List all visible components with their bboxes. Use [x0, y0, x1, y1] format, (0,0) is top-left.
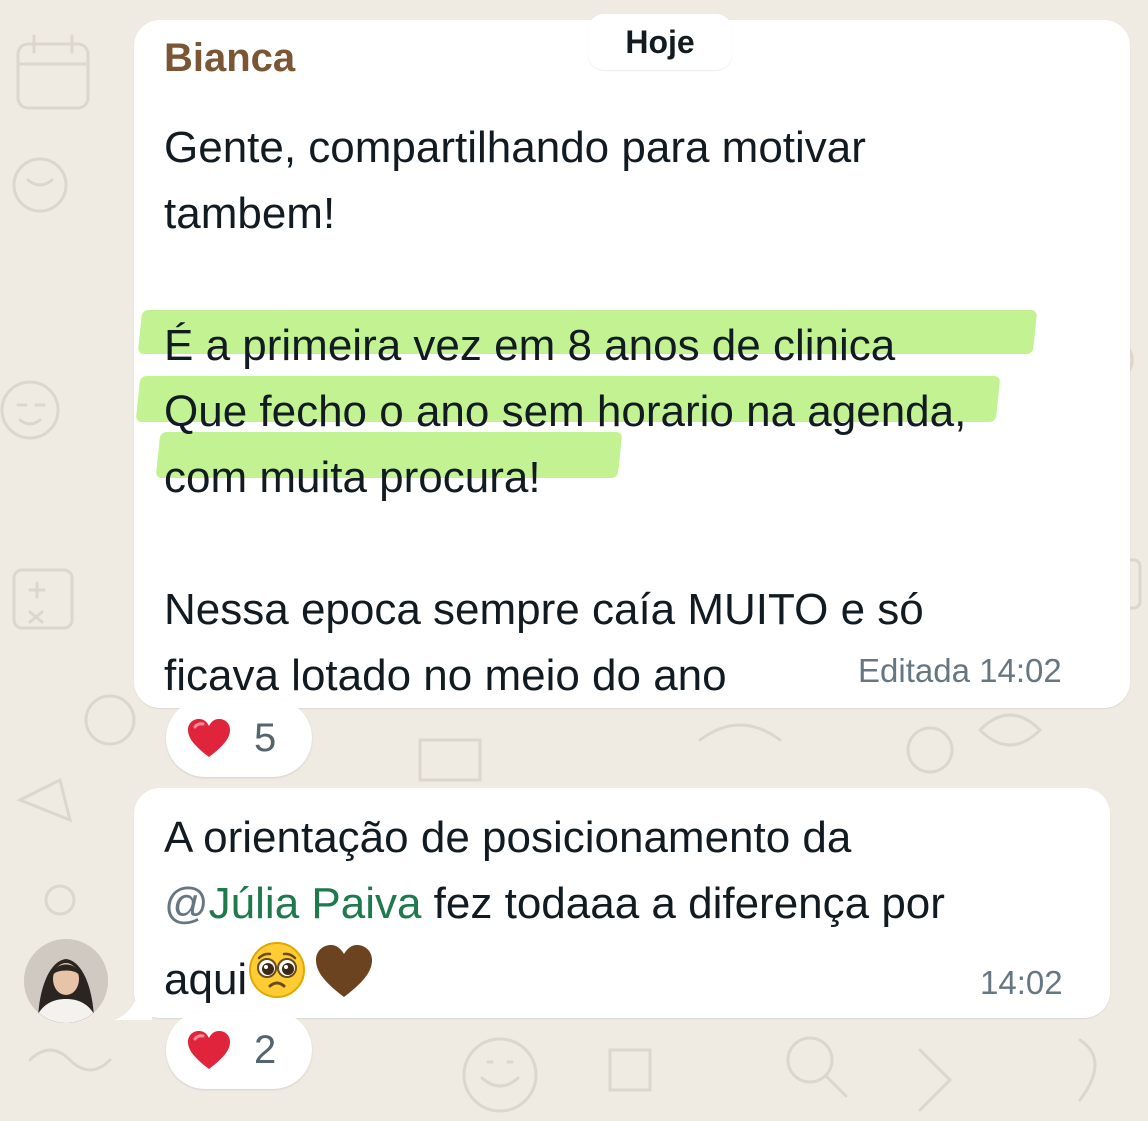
- edited-label: Editada: [858, 652, 970, 689]
- red-heart-icon: [188, 719, 230, 757]
- message-text-line: com muita procura!: [164, 453, 541, 502]
- brown-heart-icon: [316, 945, 373, 997]
- red-heart-icon: [188, 1031, 230, 1069]
- message-text-line: Que fecho o ano sem horario na agenda,: [164, 387, 967, 436]
- message-text-line: ficava lotado no meio do ano: [164, 651, 727, 700]
- date-separator: Hoje: [588, 14, 732, 70]
- message-text-line: aqui: [164, 940, 375, 1002]
- message-text-segment: fez todaaa a diferença por: [421, 879, 945, 928]
- message-meta: Editada 14:02: [858, 652, 1062, 690]
- message-text-line: Gente, compartilhando para motivar: [164, 123, 866, 172]
- message-text-segment: aqui: [164, 955, 248, 1004]
- reaction-count: 2: [254, 1027, 277, 1072]
- reaction-pill[interactable]: 5: [166, 699, 312, 777]
- reaction-count: 5: [254, 715, 277, 760]
- message-time: 14:02: [979, 652, 1062, 689]
- message-text-line: Nessa epoca sempre caía MUITO e só: [164, 585, 924, 634]
- message-text-line: @Júlia Paiva fez todaaa a diferença por: [164, 882, 945, 926]
- mention-link[interactable]: Júlia Paiva: [209, 879, 422, 928]
- avatar[interactable]: [24, 939, 108, 1023]
- message-bubble[interactable]: A orientação de posicionamento da @Júlia…: [134, 788, 1110, 1018]
- pleading-face-icon: [249, 942, 306, 998]
- mention-at-symbol: @: [164, 879, 209, 928]
- message-time: 14:02: [980, 964, 1063, 1001]
- bubble-tail: [114, 990, 152, 1020]
- message-text-line: É a primeira vez em 8 anos de clinica: [164, 321, 896, 370]
- reaction-pill[interactable]: 2: [166, 1011, 312, 1089]
- message-text-line: A orientação de posicionamento da: [164, 813, 852, 862]
- message-bubble[interactable]: Bianca Gente, compartilhando para motiva…: [134, 20, 1130, 708]
- sender-name[interactable]: Bianca: [164, 36, 295, 81]
- message-text-line: tambem!: [164, 189, 336, 238]
